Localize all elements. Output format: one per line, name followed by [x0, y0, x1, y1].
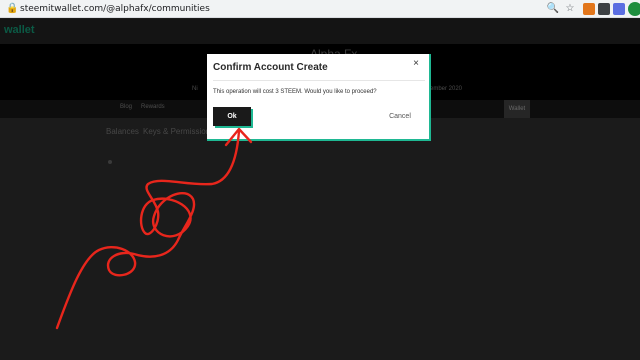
nav-blog[interactable]: Blog	[120, 104, 132, 110]
extension-fox-icon[interactable]	[583, 3, 595, 15]
subnav-balances[interactable]: Balances	[106, 127, 139, 136]
bookmark-star-icon[interactable]: ☆	[563, 2, 577, 16]
subnav-keys-permissions[interactable]: Keys & Permissions	[143, 127, 214, 136]
close-icon[interactable]: ×	[410, 58, 422, 70]
confirm-dialog: Confirm Account Create × This operation …	[207, 54, 431, 141]
site-header	[0, 19, 640, 44]
cancel-button[interactable]: Cancel	[385, 110, 415, 124]
profile-avatar-icon[interactable]	[628, 2, 640, 16]
profile-joined: ember 2020	[430, 86, 463, 92]
dialog-title: Confirm Account Create	[213, 62, 328, 73]
extension-t-icon[interactable]	[613, 3, 625, 15]
extension-grid-icon[interactable]	[598, 3, 610, 15]
list-bullet	[108, 160, 112, 164]
arrow-scribble-path	[55, 129, 241, 330]
zoom-icon[interactable]: 🔍	[546, 2, 560, 16]
dialog-message: This operation will cost 3 STEEM. Would …	[213, 89, 377, 95]
nav-wallet-tab[interactable]: Wallet	[504, 100, 530, 118]
address-bar[interactable]: steemitwallet.com/@alphafx/communities	[20, 2, 210, 16]
nav-rewards[interactable]: Rewards	[141, 104, 165, 110]
profile-location: Ni	[192, 86, 198, 92]
ok-button[interactable]: Ok	[213, 107, 251, 126]
dialog-divider	[213, 80, 425, 81]
site-logo[interactable]: wallet	[4, 23, 35, 37]
lock-icon[interactable]: 🔒	[6, 3, 18, 15]
